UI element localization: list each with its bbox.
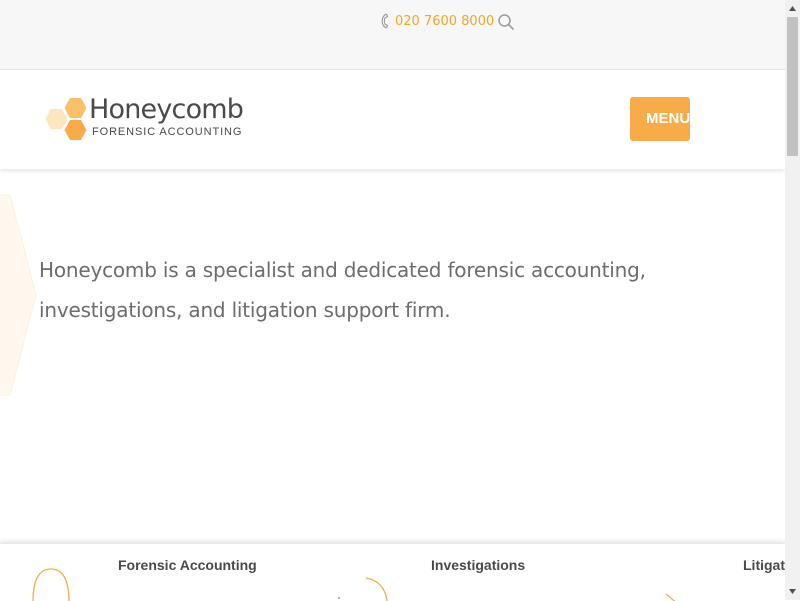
phone-number: 020 7600 8000 [395,13,495,29]
service-title-investigations[interactable]: Investigations [431,557,525,573]
site-logo[interactable]: Honeycomb FORENSIC ACCOUNTING [44,94,254,144]
litigation-icon [665,593,676,601]
vertical-scrollbar[interactable] [785,0,800,600]
scroll-down-arrow-icon[interactable] [788,587,797,596]
decorative-hexagon [0,194,37,396]
phone-link[interactable]: 020 7600 8000 [380,12,494,30]
service-title-litigation[interactable]: Litigation [743,557,785,573]
phone-icon [381,13,389,29]
scroll-up-arrow-icon[interactable] [788,4,797,13]
scrollbar-thumb[interactable] [787,17,798,156]
top-bar: 020 7600 8000 [0,0,785,70]
services-strip: Forensic Accounting Investigations Litig… [0,543,785,601]
intro-text: Honeycomb is a specialist and dedicated … [39,258,646,322]
logo-name: Honeycomb [89,94,244,125]
honeycomb-logo-icon [45,98,87,140]
investigations-icon [338,577,388,601]
site-header: Honeycomb FORENSIC ACCOUNTING MENU [0,70,785,169]
forensic-accounting-icon [32,568,70,601]
logo-subtitle: FORENSIC ACCOUNTING [92,126,243,138]
service-title-forensic-accounting[interactable]: Forensic Accounting [118,557,257,573]
menu-button[interactable]: MENU [630,97,690,141]
search-icon[interactable] [497,13,515,31]
